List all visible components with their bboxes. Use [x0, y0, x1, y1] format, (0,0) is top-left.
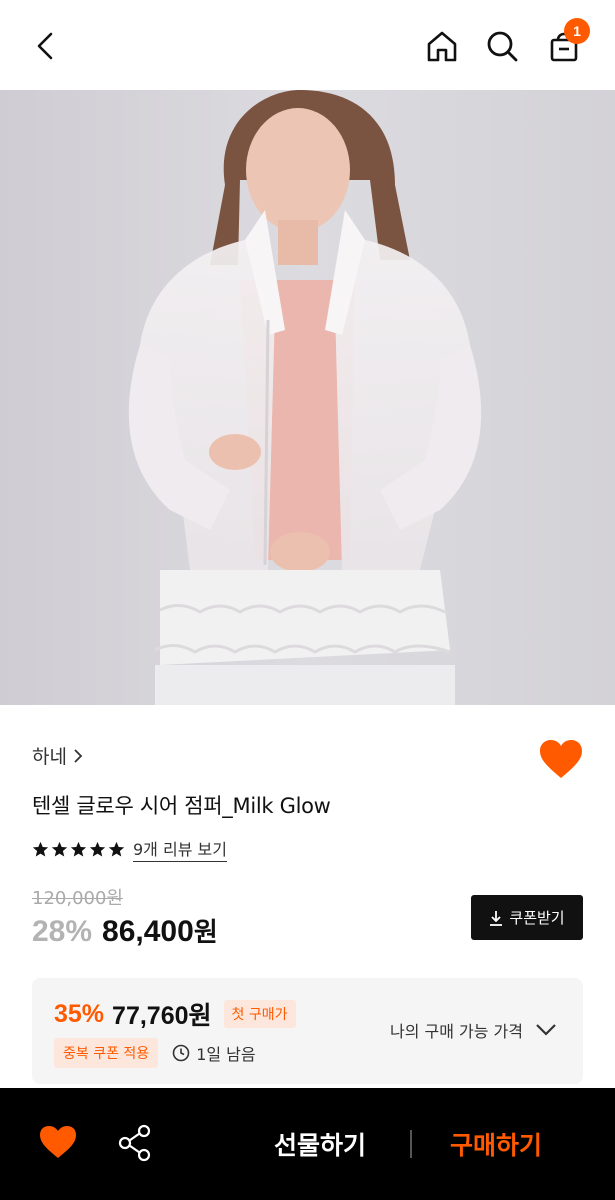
sale-price-value: 86,400: [102, 915, 194, 948]
coupon-button-label: 쿠폰받기: [509, 909, 565, 927]
coupon-applied-tag: 중복 쿠폰 적용: [54, 1038, 159, 1068]
price-row: 28% 86,400원: [32, 912, 218, 949]
time-left-text: 1일 남음: [196, 1045, 256, 1064]
benefit-discount-rate: 35%: [54, 999, 105, 1028]
bottom-action-bar: 선물하기 구매하기: [0, 1088, 615, 1200]
wishlist-heart-icon[interactable]: [38, 1124, 78, 1160]
brand-name: 하네: [32, 746, 67, 768]
home-icon: [427, 31, 457, 62]
discount-rate: 28%: [32, 915, 93, 948]
home-button[interactable]: [418, 22, 466, 70]
time-left: 1일 남음: [172, 1041, 256, 1065]
my-price-toggle[interactable]: 나의 구매 가능 가격: [390, 1018, 557, 1042]
star-icon: [108, 841, 125, 857]
rating-row: 9개 리뷰 보기: [32, 836, 227, 862]
star-icon: [32, 841, 49, 857]
my-price-label: 나의 구매 가능 가격: [389, 1022, 523, 1041]
star-rating: [32, 841, 125, 858]
gift-button[interactable]: 선물하기: [274, 1126, 366, 1162]
benefit-price: 77,760원: [112, 1002, 212, 1030]
heart-icon[interactable]: [538, 738, 584, 780]
search-button[interactable]: [478, 22, 526, 70]
benefit-info-row: 중복 쿠폰 적용 1일 남음: [54, 1038, 256, 1068]
product-image[interactable]: [0, 90, 615, 705]
chevron-right-icon: [74, 748, 83, 763]
cart-count-badge: 1: [564, 18, 590, 44]
buy-button[interactable]: 구매하기: [450, 1126, 542, 1162]
star-icon: [70, 841, 87, 857]
back-button[interactable]: [22, 22, 70, 70]
star-icon: [89, 841, 106, 857]
review-link[interactable]: 9개 리뷰 보기: [133, 836, 227, 862]
download-icon: [490, 910, 503, 926]
sale-price-unit: 원: [193, 917, 218, 947]
star-icon: [51, 841, 68, 857]
chevron-down-icon: [536, 1024, 556, 1036]
product-title: 텐셀 글로우 시어 점퍼_Milk Glow: [32, 794, 331, 818]
top-header: 1: [0, 0, 615, 90]
sale-price: 86,400원: [102, 912, 218, 949]
divider: [410, 1130, 412, 1158]
benefit-price-row: 35% 77,760원 첫 구매가: [54, 996, 296, 1032]
coupon-download-button[interactable]: 쿠폰받기: [471, 895, 583, 940]
original-price: 120,000원: [32, 888, 123, 909]
share-icon[interactable]: [118, 1124, 152, 1162]
back-arrow-icon: [37, 32, 53, 60]
clock-icon: [172, 1044, 190, 1062]
first-purchase-tag: 첫 구매가: [223, 1000, 296, 1028]
search-icon: [487, 31, 518, 62]
cart-button[interactable]: 1: [540, 18, 590, 70]
benefit-price-box: 35% 77,760원 첫 구매가 중복 쿠폰 적용 1일 남음 나의 구매 가…: [32, 978, 583, 1084]
brand-link[interactable]: 하네: [32, 742, 83, 769]
